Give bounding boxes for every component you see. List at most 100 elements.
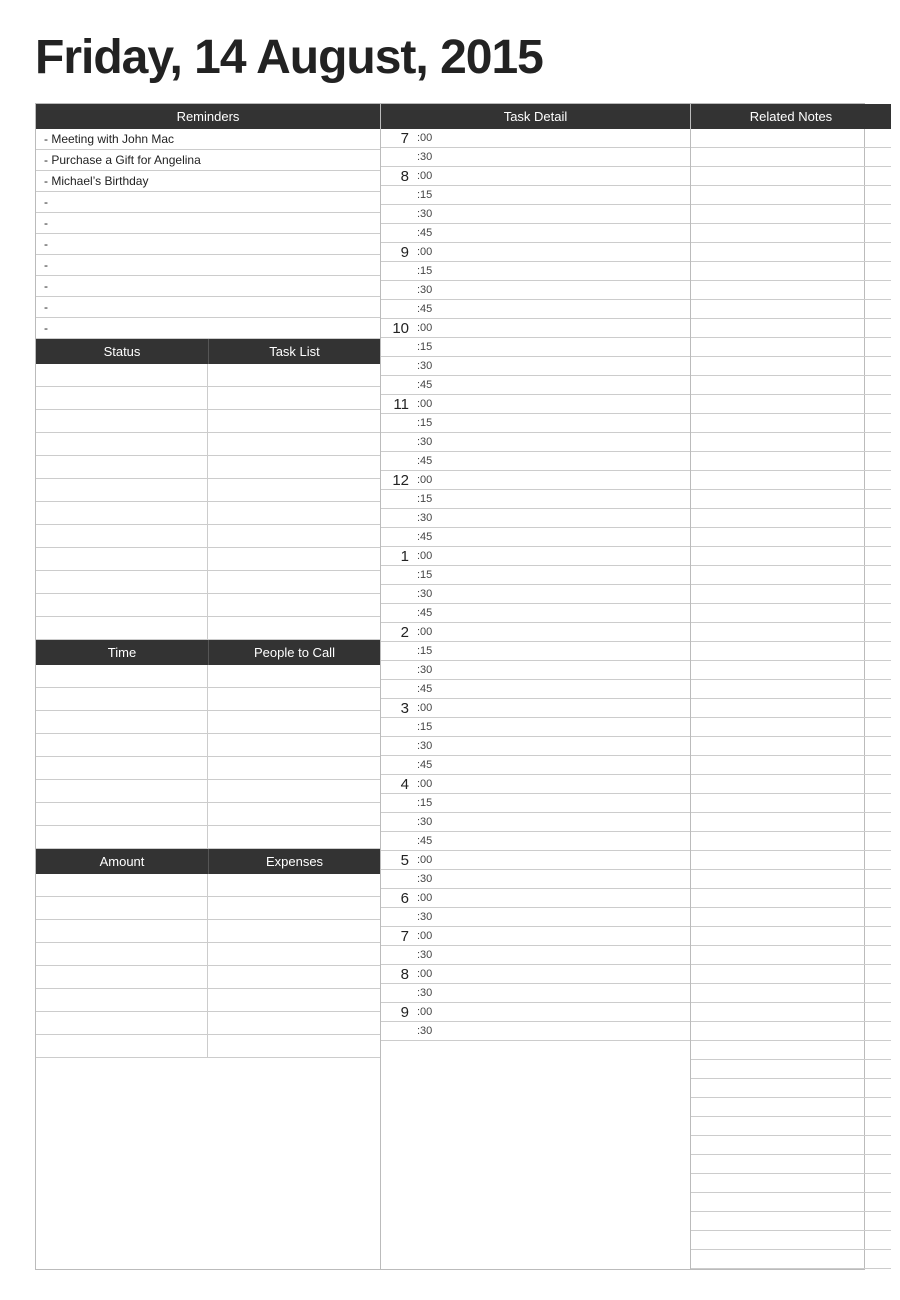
expense-name-cell xyxy=(208,1012,380,1034)
time-slot-row: :30 xyxy=(381,946,690,965)
ptc-name-cell xyxy=(208,688,380,710)
reminders-section: Reminders - Meeting with John Mac- Purch… xyxy=(36,104,380,339)
time-slot-row: :45 xyxy=(381,300,690,319)
time-slot-row: 10:00 xyxy=(381,319,690,338)
ptc-rows xyxy=(36,665,380,849)
task-list-row xyxy=(36,525,380,548)
time-slot-row: :30 xyxy=(381,1022,690,1041)
notes-row xyxy=(691,338,891,357)
reminder-row: - xyxy=(36,192,380,213)
expense-amount-cell xyxy=(36,1012,208,1034)
time-slot-row: :30 xyxy=(381,205,690,224)
time-slot-row: :30 xyxy=(381,813,690,832)
minute-label: :00 xyxy=(413,247,690,258)
notes-row xyxy=(691,319,891,338)
notes-row xyxy=(691,623,891,642)
notes-row xyxy=(691,395,891,414)
time-slot-row: :15 xyxy=(381,262,690,281)
time-slot-row: :45 xyxy=(381,528,690,547)
notes-row xyxy=(691,946,891,965)
notes-row xyxy=(691,1250,891,1269)
task-name-cell xyxy=(208,571,380,593)
notes-row xyxy=(691,452,891,471)
time-slot-row: 3:00 xyxy=(381,699,690,718)
time-slot-row: :45 xyxy=(381,376,690,395)
ptc-row xyxy=(36,688,380,711)
time-slot-row: :30 xyxy=(381,357,690,376)
expense-header-label: Expenses xyxy=(208,849,380,874)
task-list-row xyxy=(36,479,380,502)
reminder-row: - Michael’s Birthday xyxy=(36,171,380,192)
hour-label: 3 xyxy=(381,701,413,716)
minute-label: :00 xyxy=(413,703,690,714)
time-slot-row: :15 xyxy=(381,186,690,205)
ptc-header-label: People to Call xyxy=(208,640,380,665)
task-status-cell xyxy=(36,433,208,455)
notes-row xyxy=(691,509,891,528)
minute-label: :00 xyxy=(413,475,690,486)
task-status-cell xyxy=(36,364,208,386)
hour-label: 4 xyxy=(381,777,413,792)
task-status-cell xyxy=(36,571,208,593)
hour-label: 12 xyxy=(381,473,413,488)
expense-name-cell xyxy=(208,943,380,965)
time-slot-row: 8:00 xyxy=(381,167,690,186)
time-slot-row: :15 xyxy=(381,490,690,509)
ptc-row xyxy=(36,803,380,826)
minute-label: :30 xyxy=(413,285,690,296)
time-slot-row: :30 xyxy=(381,585,690,604)
reminder-row: - xyxy=(36,255,380,276)
page-title: Friday, 14 August, 2015 xyxy=(35,30,865,85)
minute-label: :15 xyxy=(413,570,690,581)
minute-label: :15 xyxy=(413,342,690,353)
minute-label: :30 xyxy=(413,589,690,600)
minute-label: :45 xyxy=(413,456,690,467)
notes-row xyxy=(691,775,891,794)
expense-amount-cell xyxy=(36,897,208,919)
task-status-cell xyxy=(36,410,208,432)
minute-label: :45 xyxy=(413,608,690,619)
notes-row xyxy=(691,1079,891,1098)
hour-label: 9 xyxy=(381,1005,413,1020)
time-slot-row: 7:00 xyxy=(381,927,690,946)
ptc-time-cell xyxy=(36,803,208,825)
time-slot-row: :15 xyxy=(381,642,690,661)
expense-name-cell xyxy=(208,874,380,896)
notes-row xyxy=(691,490,891,509)
minute-label: :00 xyxy=(413,969,690,980)
notes-row xyxy=(691,1022,891,1041)
task-list-row xyxy=(36,594,380,617)
minute-label: :00 xyxy=(413,893,690,904)
task-list-row xyxy=(36,502,380,525)
time-slot-row: :15 xyxy=(381,718,690,737)
notes-row xyxy=(691,357,891,376)
ptc-header: Time People to Call xyxy=(36,640,380,665)
task-name-cell xyxy=(208,617,380,639)
notes-row xyxy=(691,794,891,813)
expenses-header: Amount Expenses xyxy=(36,849,380,874)
time-slot-row: 2:00 xyxy=(381,623,690,642)
minute-label: :30 xyxy=(413,817,690,828)
reminder-row: - xyxy=(36,297,380,318)
minute-label: :30 xyxy=(413,1026,690,1037)
notes-row xyxy=(691,1041,891,1060)
minute-label: :00 xyxy=(413,171,690,182)
task-status-cell xyxy=(36,456,208,478)
notes-row xyxy=(691,224,891,243)
expense-amount-cell xyxy=(36,989,208,1011)
notes-row xyxy=(691,661,891,680)
task-name-cell xyxy=(208,364,380,386)
exp-rows xyxy=(36,874,380,1058)
hour-label: 5 xyxy=(381,853,413,868)
time-slot-row: :15 xyxy=(381,794,690,813)
left-column: Reminders - Meeting with John Mac- Purch… xyxy=(36,104,381,1269)
notes-row xyxy=(691,927,891,946)
task-status-cell xyxy=(36,548,208,570)
time-slot-row: :15 xyxy=(381,566,690,585)
minute-label: :30 xyxy=(413,988,690,999)
task-name-cell xyxy=(208,525,380,547)
minute-label: :30 xyxy=(413,912,690,923)
minute-label: :30 xyxy=(413,741,690,752)
notes-row xyxy=(691,1003,891,1022)
ptc-name-cell xyxy=(208,665,380,687)
